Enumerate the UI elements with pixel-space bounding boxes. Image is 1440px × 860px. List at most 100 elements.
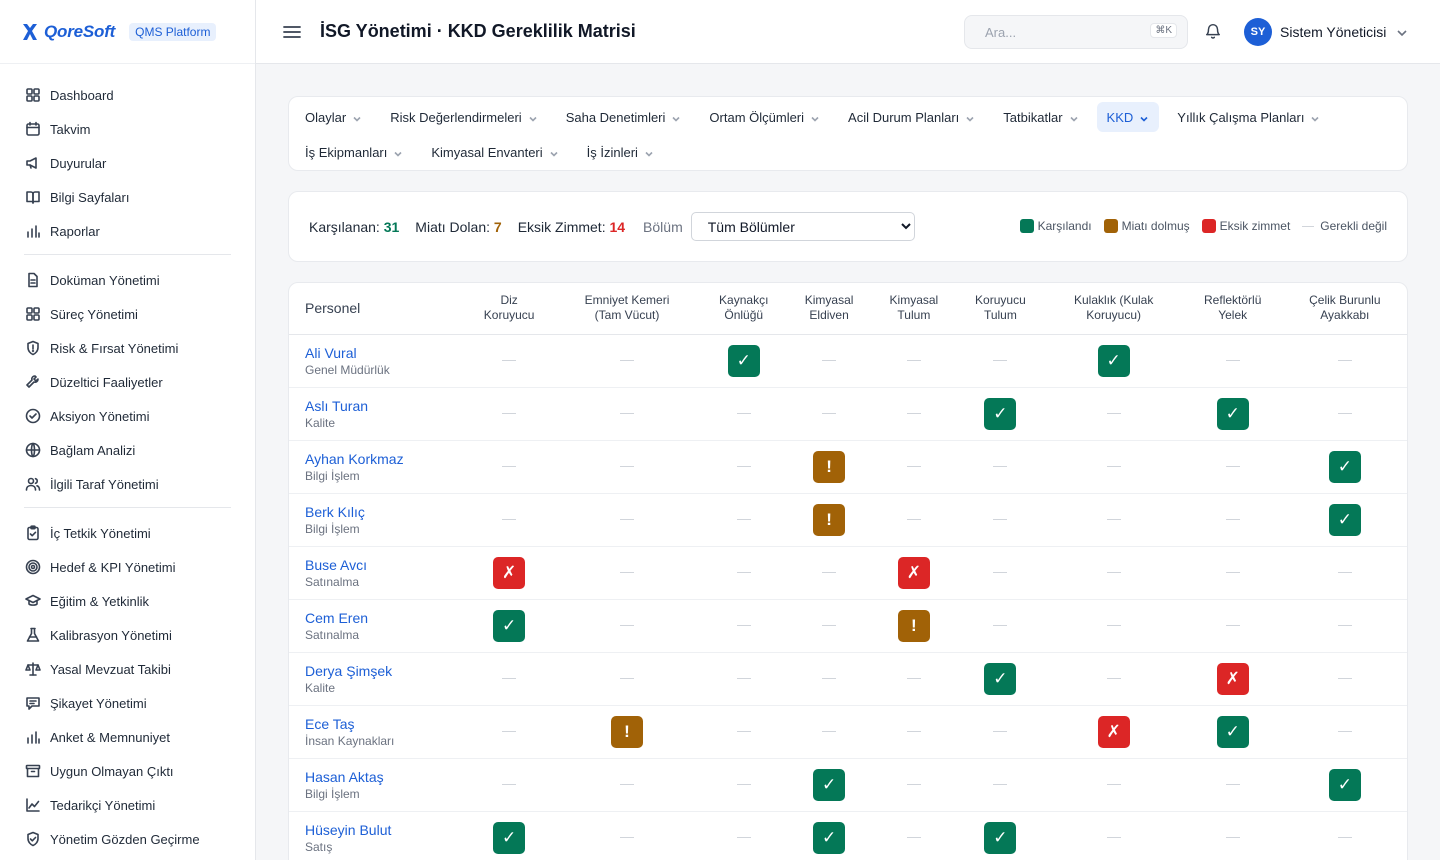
matrix-cell — [553, 652, 701, 706]
sidebar-item-yasal-mevzuat-takibi[interactable]: Yasal Mevzuat Takibi — [24, 652, 231, 686]
status-missing-badge[interactable]: ✗ — [1216, 662, 1249, 695]
person-name-link[interactable]: Buse Avcı — [305, 556, 465, 574]
status-missing-badge[interactable]: ✗ — [1097, 715, 1130, 748]
sidebar-item-label: Raporlar — [50, 223, 100, 239]
sidebar-item-i-ç-tetkik-yönetimi[interactable]: İç Tetkik Yönetimi — [24, 516, 231, 550]
matrix-cell-inner: ! — [871, 609, 956, 642]
sidebar-item-şikayet-yönetimi[interactable]: Şikayet Yönetimi — [24, 686, 231, 720]
sidebar-item-uygun-olmayan-çıktı[interactable]: Uygun Olmayan Çıktı — [24, 754, 231, 788]
status-expired-badge[interactable]: ! — [813, 450, 846, 483]
status-expired-badge[interactable]: ! — [611, 715, 644, 748]
sidebar-item-label: Yönetim Gözden Geçirme — [50, 831, 200, 847]
person-cell: Aslı Turan Kalite — [289, 387, 465, 441]
person-name-link[interactable]: Ece Taş — [305, 715, 465, 733]
status-met-badge[interactable]: ✓ — [984, 662, 1017, 695]
status-met-badge[interactable]: ✓ — [1328, 450, 1361, 483]
notifications-button[interactable] — [1204, 22, 1224, 42]
sidebar-item-label: Dashboard — [50, 87, 114, 103]
person-name-link[interactable]: Ayhan Korkmaz — [305, 450, 465, 468]
matrix-cell-inner — [465, 413, 553, 414]
status-met-badge[interactable]: ✓ — [1216, 715, 1249, 748]
sidebar-item-dashboard[interactable]: Dashboard — [24, 78, 231, 112]
person-name-link[interactable]: Aslı Turan — [305, 397, 465, 415]
chevron-down-icon — [528, 112, 538, 122]
sidebar-item-i-lgili-taraf-yönetimi[interactable]: İlgili Taraf Yönetimi — [24, 467, 231, 501]
sidebar-item-bilgi-sayfaları[interactable]: Bilgi Sayfaları — [24, 180, 231, 214]
shield-check-icon — [24, 830, 42, 848]
tab-tatbikatlar[interactable]: Tatbikatlar — [993, 102, 1088, 132]
sidebar-item-tedarikçi-yönetimi[interactable]: Tedarikçi Yönetimi — [24, 788, 231, 822]
matrix-cell — [700, 493, 787, 547]
sidebar-item-doküman-yönetimi[interactable]: Doküman Yönetimi — [24, 263, 231, 297]
person-name-link[interactable]: Hasan Aktaş — [305, 768, 465, 786]
tab-kkd[interactable]: KKD — [1096, 102, 1160, 132]
status-not-required — [736, 466, 751, 467]
sidebar-item-raporlar[interactable]: Raporlar — [24, 214, 231, 248]
tab-saha-denetimleri[interactable]: Saha Denetimleri — [556, 102, 692, 132]
tab-acil-durum-planları[interactable]: Acil Durum Planları — [838, 102, 985, 132]
status-met-badge[interactable]: ✓ — [493, 821, 526, 854]
status-met-badge[interactable]: ✓ — [1328, 503, 1361, 536]
tab-kimyasal-envanteri[interactable]: Kimyasal Envanteri — [421, 137, 568, 167]
sidebar-item-düzeltici-faaliyetler[interactable]: Düzeltici Faaliyetler — [24, 365, 231, 399]
tab-label: Saha Denetimleri — [565, 109, 666, 125]
matrix-cell-inner — [553, 360, 700, 361]
person-name-link[interactable]: Cem Eren — [305, 609, 465, 627]
matrix-cell-inner — [1183, 360, 1283, 361]
sidebar-item-bağlam-analizi[interactable]: Bağlam Analizi — [24, 433, 231, 467]
brand[interactable]: QoreSoft QMS Platform — [0, 0, 255, 64]
status-expired-badge[interactable]: ! — [897, 609, 930, 642]
person-name-link[interactable]: Berk Kılıç — [305, 503, 465, 521]
status-missing-badge[interactable]: ✗ — [897, 556, 930, 589]
status-met-badge[interactable]: ✓ — [1097, 344, 1130, 377]
department-select[interactable]: Tüm Bölümler — [690, 212, 915, 241]
table-header-row: Personel Diz Koruyucu Emniyet Kemeri (Tam V… — [289, 283, 1407, 335]
matrix-cell — [700, 599, 787, 653]
person-name-link[interactable]: Hüseyin Bulut — [305, 821, 465, 839]
sidebar-item-risk-fırsat-yönetimi[interactable]: Risk & Fırsat Yönetimi — [24, 331, 231, 365]
matrix-cell-inner — [701, 519, 787, 520]
chevron-down-icon — [1396, 26, 1408, 38]
status-not-required — [1106, 784, 1121, 785]
tab-olaylar[interactable]: Olaylar — [295, 102, 372, 132]
person-name-link[interactable]: Derya Şimşek — [305, 662, 465, 680]
person-name-link[interactable]: Ali Vural — [305, 344, 465, 362]
sidebar-item-kalibrasyon-yönetimi[interactable]: Kalibrasyon Yönetimi — [24, 618, 231, 652]
status-met-badge[interactable]: ✓ — [493, 609, 526, 642]
search-shortcut-badge: ⌘K — [1150, 23, 1177, 38]
column-header-line: Önlüğü — [724, 308, 764, 323]
sidebar-item-duyurular[interactable]: Duyurular — [24, 146, 231, 180]
menu-toggle-button[interactable] — [282, 22, 302, 42]
status-met-badge[interactable]: ✓ — [727, 344, 760, 377]
matrix-cell: ✗ — [465, 546, 554, 600]
sidebar-item-eğitim-yetkinlik[interactable]: Eğitim & Yetkinlik — [24, 584, 231, 618]
status-met-badge[interactable]: ✓ — [984, 397, 1017, 430]
tab-i̇ş-i̇zinleri[interactable]: İş İzinleri — [577, 137, 664, 167]
chevron-down-icon — [352, 112, 362, 122]
tab-ortam-ölçümleri[interactable]: Ortam Ölçümleri — [699, 102, 830, 132]
avatar: SY — [1244, 18, 1272, 46]
sidebar-item-yönetim-gözden-geçirme[interactable]: Yönetim Gözden Geçirme — [24, 822, 231, 856]
tab-i̇ş-ekipmanları[interactable]: İş Ekipmanları — [295, 137, 413, 167]
user-menu[interactable]: SY Sistem Yöneticisi — [1244, 18, 1408, 46]
status-met-badge[interactable]: ✓ — [813, 821, 846, 854]
sidebar-item-hedef-kpi-yönetimi[interactable]: Hedef & KPI Yönetimi — [24, 550, 231, 584]
status-met-badge[interactable]: ✓ — [813, 768, 846, 801]
status-met-badge[interactable]: ✓ — [1328, 768, 1361, 801]
status-expired-badge[interactable]: ! — [813, 503, 846, 536]
search-input[interactable] — [985, 24, 1135, 40]
matrix-cell: ✓ — [700, 334, 787, 388]
matrix-cell-inner: ✓ — [465, 821, 553, 854]
sidebar-item-anket-memnuniyet[interactable]: Anket & Memnuniyet — [24, 720, 231, 754]
tab-yıllık-çalışma-planları[interactable]: Yıllık Çalışma Planları — [1167, 102, 1330, 132]
status-met-badge[interactable]: ✓ — [1216, 397, 1249, 430]
status-missing-badge[interactable]: ✗ — [493, 556, 526, 589]
column-header-ppe: Reflektörlü Yelek — [1182, 283, 1283, 335]
matrix-cell — [871, 334, 957, 388]
sidebar-item-aksiyon-yönetimi[interactable]: Aksiyon Yönetimi — [24, 399, 231, 433]
search-box[interactable]: ⌘K — [964, 15, 1188, 49]
sidebar-item-takvim[interactable]: Takvim — [24, 112, 231, 146]
sidebar-item-süreç-yönetimi[interactable]: Süreç Yönetimi — [24, 297, 231, 331]
status-met-badge[interactable]: ✓ — [984, 821, 1017, 854]
tab-risk-değerlendirmeleri[interactable]: Risk Değerlendirmeleri — [380, 102, 548, 132]
